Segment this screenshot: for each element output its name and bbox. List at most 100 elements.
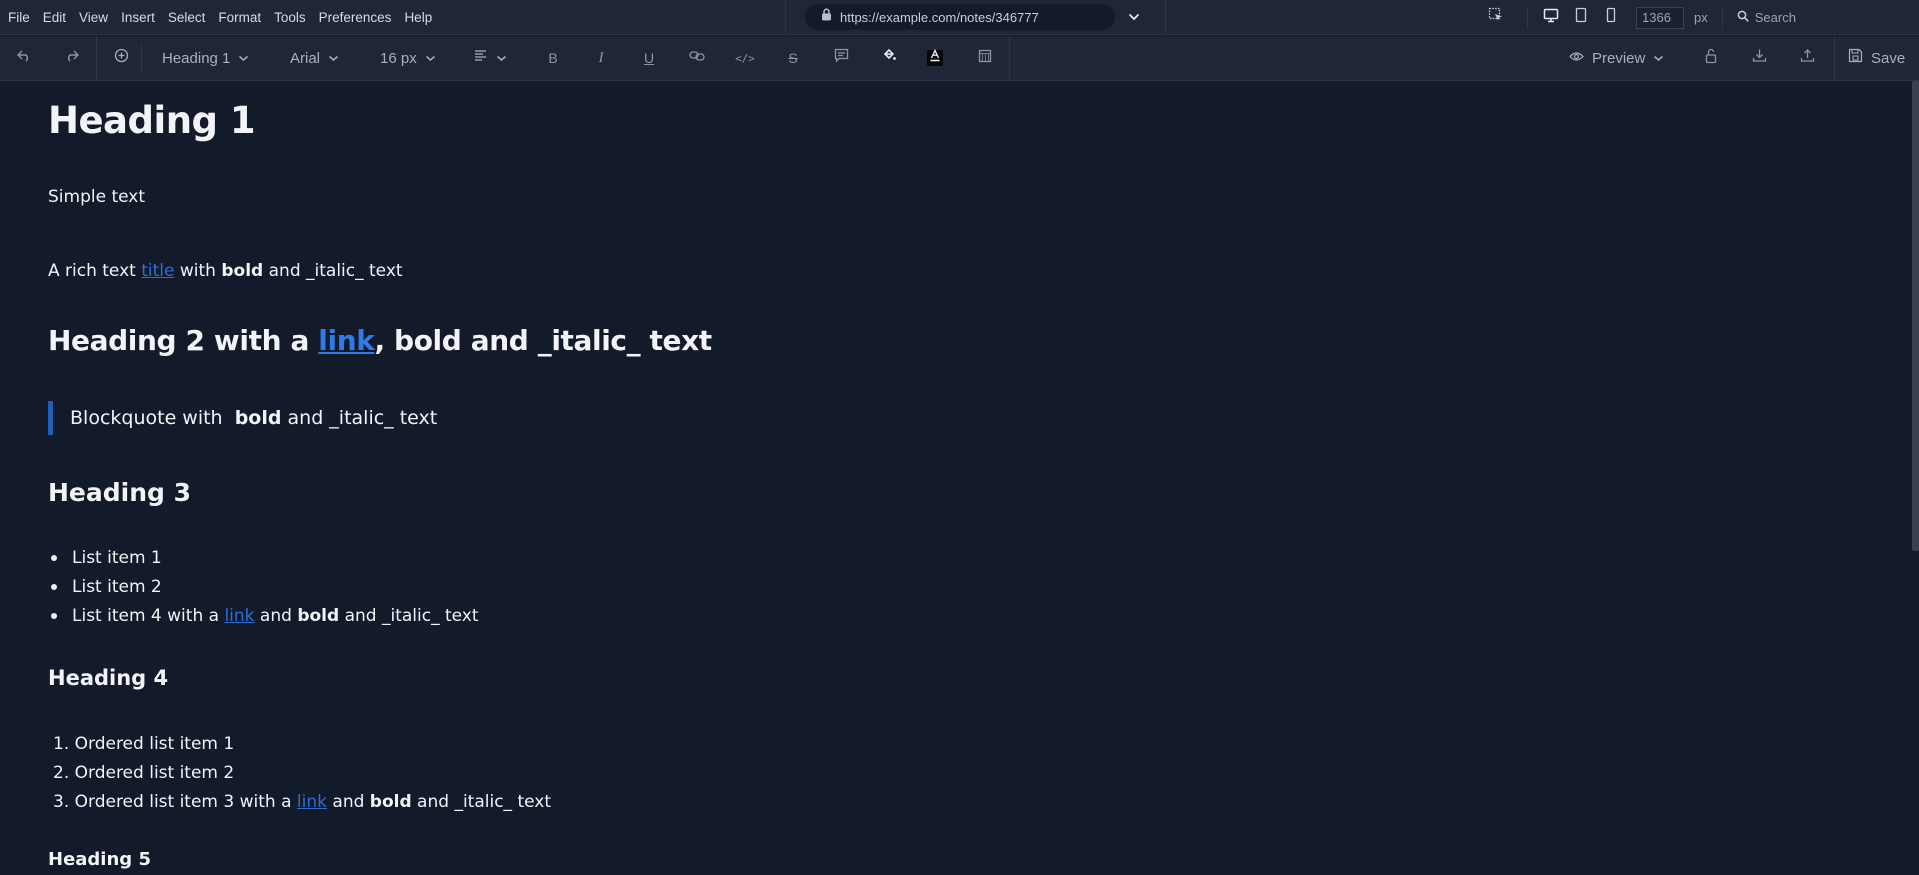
italic-button[interactable]: I	[591, 36, 611, 80]
unlock-icon	[1705, 48, 1717, 69]
lock-button[interactable]	[1701, 36, 1721, 80]
plus-circle-icon	[114, 48, 129, 68]
upload-icon	[1800, 48, 1815, 68]
block-style-dropdown[interactable]: Heading 1	[162, 36, 249, 80]
list-item: List item 1	[48, 543, 479, 572]
menu-help[interactable]: Help	[404, 10, 432, 25]
text: List item 4 with a	[72, 605, 225, 626]
divider	[1165, 0, 1166, 35]
redo-icon	[64, 49, 80, 68]
text: Blockquote with	[70, 407, 229, 429]
menu-items: File Edit View Insert Select Format Tool…	[0, 10, 445, 25]
url-bar[interactable]: https://example.com/notes/346777	[805, 4, 1115, 30]
chevron-down-icon	[1128, 8, 1140, 26]
fill-color-button[interactable]	[879, 36, 899, 80]
upload-button[interactable]	[1797, 36, 1817, 80]
insert-button[interactable]	[111, 36, 131, 80]
table-icon	[978, 49, 992, 68]
bullet-icon	[51, 554, 57, 561]
list-item: 1. Ordered list item 1	[53, 733, 235, 754]
bullet-icon	[51, 612, 57, 619]
link[interactable]: link	[224, 606, 254, 626]
comment-button[interactable]	[831, 36, 851, 80]
menu-view[interactable]: View	[79, 10, 108, 25]
divider	[1009, 36, 1010, 80]
url-text: https://example.com/notes/346777	[840, 9, 1039, 25]
search-placeholder: Search	[1754, 10, 1796, 25]
preview-dropdown[interactable]: Preview	[1569, 36, 1664, 80]
select-element-button[interactable]	[1485, 7, 1507, 29]
menu-file[interactable]: File	[8, 10, 30, 25]
monitor-icon	[1543, 8, 1559, 28]
tablet-view-button[interactable]	[1570, 7, 1592, 29]
formatting-toolbar: Heading 1 Arial 16 px B I U </> S Previe…	[0, 36, 1919, 81]
redo-button[interactable]	[62, 36, 82, 80]
menu-select[interactable]: Select	[168, 10, 206, 25]
text-color-button[interactable]	[927, 36, 943, 80]
preview-label: Preview	[1592, 49, 1646, 67]
link-title[interactable]: title	[141, 261, 174, 281]
tablet-icon	[1575, 7, 1587, 28]
text: and _italic_ text	[263, 261, 403, 281]
editor-content[interactable]: Heading 1 Simple text A rich text title …	[0, 81, 1910, 875]
menu-format[interactable]: Format	[218, 10, 261, 25]
list-item: 2. Ordered list item 2	[53, 762, 235, 783]
paragraph-rich: A rich text title with bold and _italic_…	[48, 261, 403, 281]
menu-insert[interactable]: Insert	[121, 10, 155, 25]
bold-text: bold	[394, 324, 462, 357]
undo-button[interactable]	[14, 36, 34, 80]
link[interactable]: link	[318, 324, 375, 357]
heading-4: Heading 4	[48, 666, 169, 690]
list-item: List item 4 with a link and bold and _it…	[48, 601, 479, 630]
link[interactable]: link	[297, 792, 327, 812]
chevron-down-icon	[425, 55, 436, 62]
alignment-dropdown[interactable]	[474, 36, 507, 80]
viewport-width-input[interactable]	[1636, 6, 1684, 29]
font-family-dropdown[interactable]: Arial	[290, 36, 339, 80]
underline-icon: U	[643, 50, 655, 66]
table-button[interactable]	[975, 36, 995, 80]
download-icon	[1752, 48, 1767, 68]
bold-text: bold	[234, 407, 282, 429]
select-element-icon	[1488, 7, 1504, 28]
strikethrough-icon: S	[788, 50, 798, 66]
desktop-view-button[interactable]	[1540, 7, 1562, 29]
strikethrough-button[interactable]: S	[783, 36, 803, 80]
search-box[interactable]: Search	[1737, 9, 1796, 27]
heading-2: Heading 2 with a link, bold and _italic_…	[48, 324, 712, 357]
divider	[785, 0, 786, 35]
download-button[interactable]	[1749, 36, 1769, 80]
viewport-tools: px Search	[1480, 0, 1796, 35]
eye-icon	[1569, 49, 1584, 67]
search-icon	[1737, 9, 1749, 27]
menu-edit[interactable]: Edit	[43, 10, 66, 25]
bold-text: bold	[221, 261, 264, 281]
save-label: Save	[1871, 49, 1906, 67]
underline-button[interactable]: U	[639, 36, 659, 80]
bold-icon: B	[548, 50, 558, 66]
chevron-down-icon	[238, 55, 249, 62]
text: and	[254, 605, 298, 626]
lock-icon	[821, 8, 832, 26]
ordered-list: 1. Ordered list item 1 2. Ordered list i…	[48, 729, 551, 816]
text: ,	[374, 324, 395, 357]
url-dropdown-button[interactable]	[1125, 8, 1143, 26]
comment-icon	[834, 48, 849, 68]
font-size-dropdown[interactable]: 16 px	[380, 36, 436, 80]
save-button[interactable]: Save	[1848, 36, 1905, 80]
list-item: 3. Ordered list item 3 with a link and b…	[48, 787, 551, 816]
scrollbar-thumb[interactable]	[1912, 81, 1919, 551]
bold-button[interactable]: B	[543, 36, 563, 80]
menu-tools[interactable]: Tools	[274, 10, 306, 25]
link-button[interactable]	[687, 36, 707, 80]
font-family-value: Arial	[290, 49, 321, 67]
bold-text: bold	[369, 791, 412, 812]
mobile-view-button[interactable]	[1600, 7, 1622, 29]
menu-preferences[interactable]: Preferences	[319, 10, 392, 25]
code-button[interactable]: </>	[735, 36, 755, 80]
text: Heading 2 with a	[48, 324, 319, 357]
chevron-down-icon	[1653, 55, 1664, 62]
block-style-value: Heading 1	[162, 49, 231, 67]
italic-icon: I	[598, 49, 604, 66]
chevron-down-icon	[328, 55, 339, 62]
